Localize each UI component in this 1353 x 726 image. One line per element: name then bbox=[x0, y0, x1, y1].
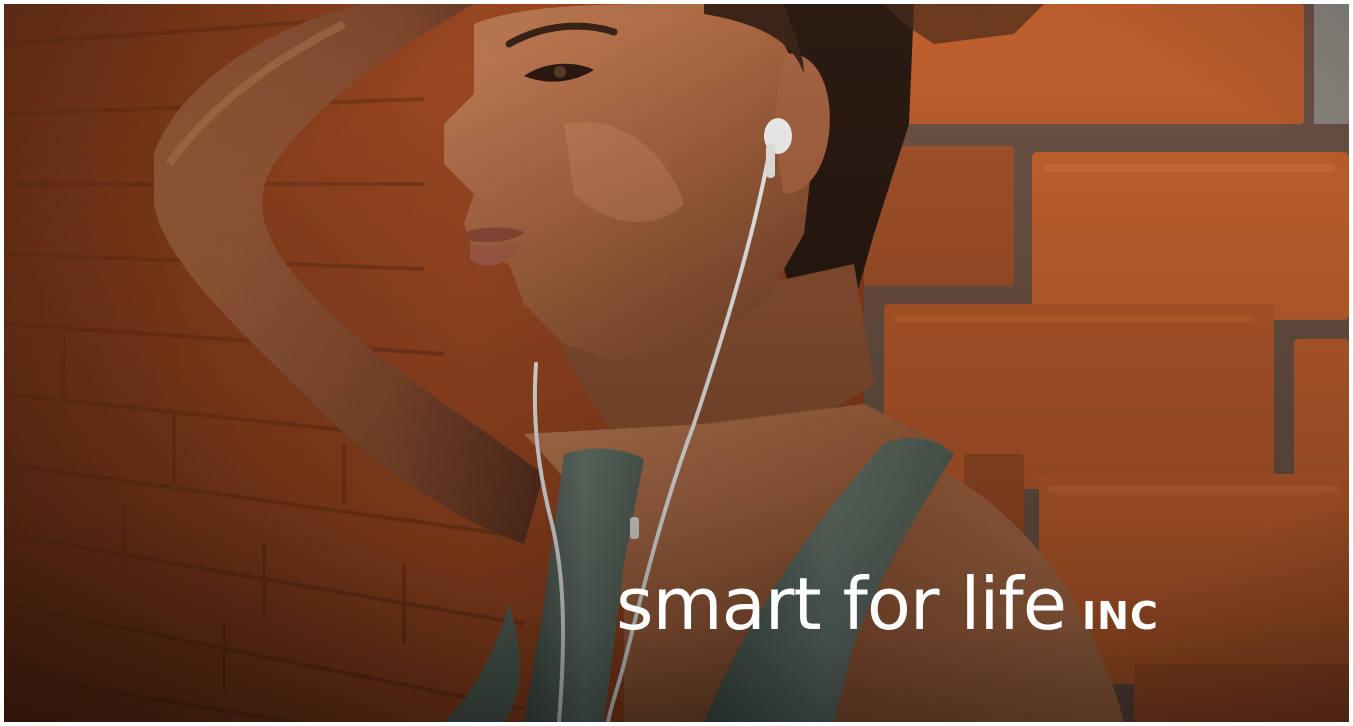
company-logo: smart for life INC bbox=[616, 568, 1159, 640]
logo-wordmark: smart for life bbox=[616, 562, 1067, 646]
logo-suffix: INC bbox=[1082, 594, 1159, 638]
hero-banner: smart for life INC bbox=[4, 4, 1349, 722]
